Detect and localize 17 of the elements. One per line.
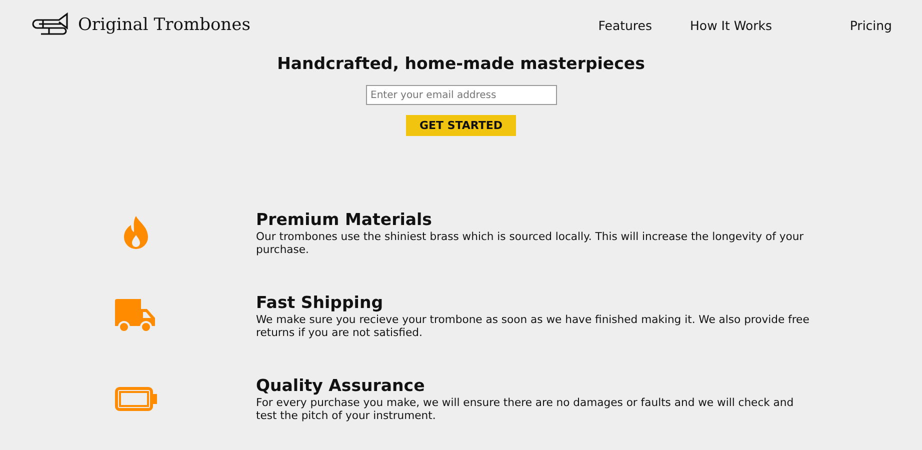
feature-title: Quality Assurance — [256, 376, 426, 395]
trombone-logo-icon — [29, 12, 69, 38]
truck-icon — [115, 299, 157, 333]
feature-description: For every purchase you make, we will ensure there are no damages or faults and we will check and test the pitch of your instrument. — [256, 396, 795, 422]
feature-title: Premium Materials — [256, 210, 433, 229]
feature-title: Fast Shipping — [256, 293, 384, 312]
nav-link[interactable]: Features — [598, 18, 652, 32]
flame-icon — [123, 216, 149, 250]
nav-link[interactable]: Pricing — [772, 18, 892, 32]
feature-description: Our trombones use the shiniest brass which is sourced locally. This will increase the longevity of your purchase. — [256, 230, 805, 256]
hero-title: Handcrafted, home-made masterpieces — [277, 54, 645, 73]
get-started-button[interactable]: GET STARTED — [406, 115, 516, 136]
feature-description: We make sure you recieve your trombone as soon as we have finished making it. We also provide free returns if you are not satisfied. — [256, 313, 810, 339]
battery-icon — [115, 387, 157, 411]
email-field[interactable]: Enter your email address — [366, 85, 556, 105]
nav-link[interactable]: How It Works — [652, 18, 772, 32]
brand-name: Original Trombones — [78, 15, 250, 35]
